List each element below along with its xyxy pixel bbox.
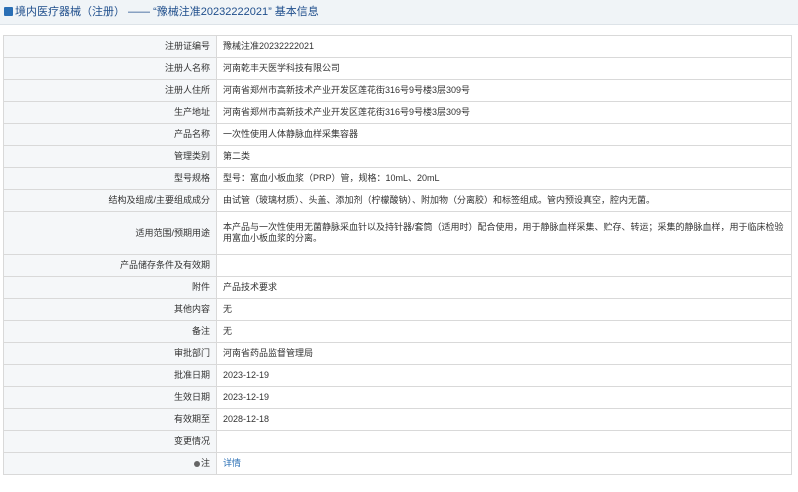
table-row: 审批部门 河南省药品监督管理局: [3, 342, 792, 365]
row-label: 注册证编号: [3, 35, 217, 58]
row-label: 产品名称: [3, 123, 217, 146]
row-label: 批准日期: [3, 364, 217, 387]
row-value: 2028-12-18: [216, 408, 792, 431]
row-label: 管理类别: [3, 145, 217, 168]
page-title: 境内医疗器械（注册） —— “豫械注准20232222021” 基本信息: [15, 6, 319, 18]
row-label: 结构及组成/主要组成成分: [3, 189, 217, 212]
row-label: 附件: [3, 276, 217, 299]
row-value: [216, 254, 792, 277]
table-row: 备注 无: [3, 320, 792, 343]
row-label: 注册人住所: [3, 79, 217, 102]
row-label: 其他内容: [3, 298, 217, 321]
row-label: 生产地址: [3, 101, 217, 124]
table-row: 注册证编号 豫械注准20232222021: [3, 35, 792, 58]
row-label: 变更情况: [3, 430, 217, 453]
table-row: 注册人名称 河南乾丰天医学科技有限公司: [3, 57, 792, 80]
title-bar: 境内医疗器械（注册） —— “豫械注准20232222021” 基本信息: [0, 0, 798, 25]
row-value-cell: 详情: [216, 452, 792, 475]
info-table: 注册证编号 豫械注准20232222021 注册人名称 河南乾丰天医学科技有限公…: [3, 35, 792, 475]
table-row: 管理类别 第二类: [3, 145, 792, 168]
table-row: 有效期至 2028-12-18: [3, 408, 792, 431]
row-value: 产品技术要求: [216, 276, 792, 299]
table-row: 注册人住所 河南省郑州市高新技术产业开发区莲花街316号9号楼3层309号: [3, 79, 792, 102]
row-value: 河南乾丰天医学科技有限公司: [216, 57, 792, 80]
row-label: 注册人名称: [3, 57, 217, 80]
table-row: 变更情况: [3, 430, 792, 453]
row-label: 审批部门: [3, 342, 217, 365]
row-label: 注: [200, 458, 210, 468]
row-value: 河南省药品监督管理局: [216, 342, 792, 365]
row-value: 2023-12-19: [216, 386, 792, 409]
row-label: 适用范围/预期用途: [3, 211, 217, 255]
table-row: 结构及组成/主要组成成分 由试管（玻璃材质）、头盖、添加剂（柠檬酸钠）、附加物（…: [3, 189, 792, 212]
table-row: 生产地址 河南省郑州市高新技术产业开发区莲花街316号9号楼3层309号: [3, 101, 792, 124]
row-value: 本产品与一次性使用无菌静脉采血针以及持针器/套筒（适用时）配合使用，用于静脉血样…: [216, 211, 792, 255]
row-value: 河南省郑州市高新技术产业开发区莲花街316号9号楼3层309号: [216, 101, 792, 124]
document-icon: [4, 7, 13, 16]
table-row: 附件 产品技术要求: [3, 276, 792, 299]
row-value: 2023-12-19: [216, 364, 792, 387]
table-row: 产品名称 一次性使用人体静脉血样采集容器: [3, 123, 792, 146]
table-row: 生效日期 2023-12-19: [3, 386, 792, 409]
row-label: 备注: [3, 320, 217, 343]
row-value: [216, 430, 792, 453]
table-row: 型号规格 型号：富血小板血浆（PRP）管，规格：10mL、20mL: [3, 167, 792, 190]
table-row: 适用范围/预期用途 本产品与一次性使用无菌静脉采血针以及持针器/套筒（适用时）配…: [3, 211, 792, 255]
table-row: 批准日期 2023-12-19: [3, 364, 792, 387]
row-label: 型号规格: [3, 167, 217, 190]
table-row: 注 详情: [3, 452, 792, 475]
row-value: 由试管（玻璃材质）、头盖、添加剂（柠檬酸钠）、附加物（分离胶）和标签组成。管内预…: [216, 189, 792, 212]
row-value: 第二类: [216, 145, 792, 168]
row-value: 河南省郑州市高新技术产业开发区莲花街316号9号楼3层309号: [216, 79, 792, 102]
row-value: 豫械注准20232222021: [216, 35, 792, 58]
row-label: 生效日期: [3, 386, 217, 409]
row-value: 型号：富血小板血浆（PRP）管，规格：10mL、20mL: [216, 167, 792, 190]
table-row: 其他内容 无: [3, 298, 792, 321]
row-label: 有效期至: [3, 408, 217, 431]
row-value: 一次性使用人体静脉血样采集容器: [216, 123, 792, 146]
row-value: 无: [216, 320, 792, 343]
note-icon: [193, 460, 200, 467]
details-link[interactable]: 详情: [223, 458, 241, 468]
table-row: 产品储存条件及有效期: [3, 254, 792, 277]
row-value: 无: [216, 298, 792, 321]
note-label-cell: 注: [3, 452, 217, 475]
row-label: 产品储存条件及有效期: [3, 254, 217, 277]
